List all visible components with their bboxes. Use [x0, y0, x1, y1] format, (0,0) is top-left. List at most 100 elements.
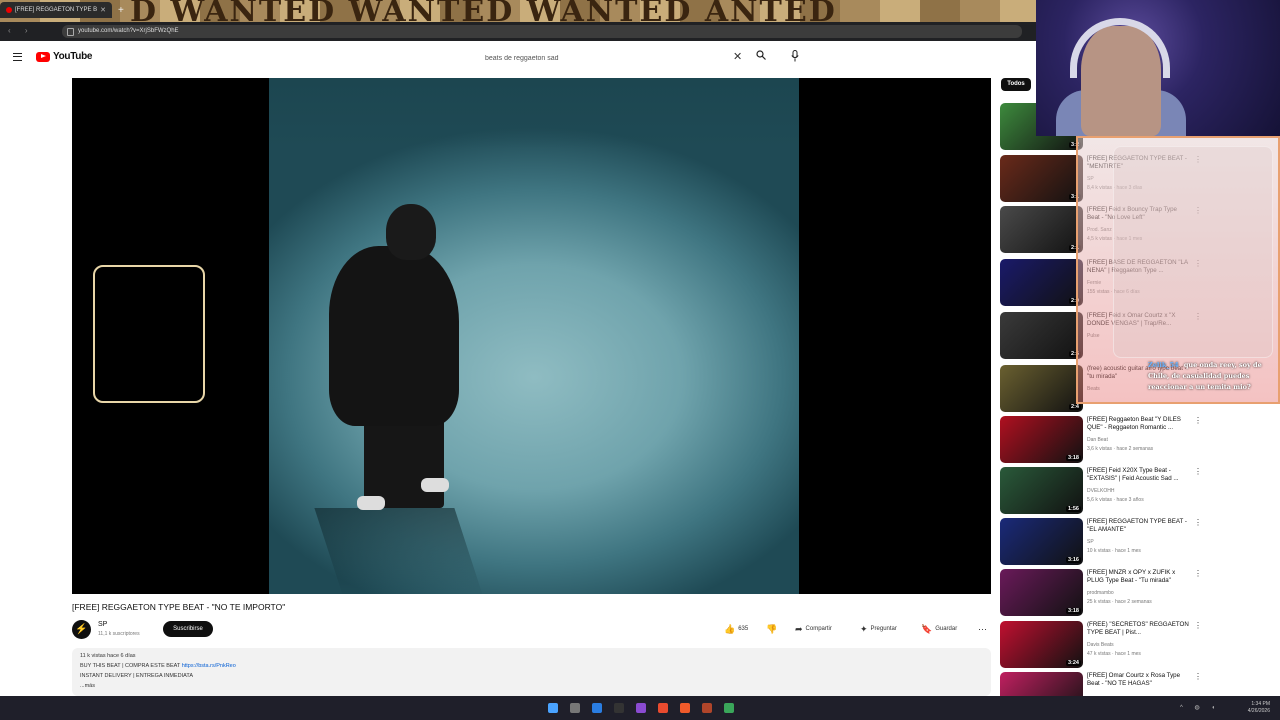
url-text: youtube.com/watch?v=XrjSbFWzQhE — [78, 28, 179, 34]
app-icon[interactable] — [724, 703, 734, 713]
recommended-video-meta: 3,6 k vistas · hace 2 semanas — [1087, 446, 1154, 452]
clock[interactable]: 1:34 PM 4/26/2026 — [1248, 701, 1270, 715]
video-thumbnail[interactable]: 3:16 — [1000, 518, 1083, 565]
search-input[interactable] — [480, 48, 748, 69]
video-duration: 3:18 — [1065, 608, 1081, 614]
browser-icon[interactable] — [680, 703, 690, 713]
start-icon[interactable] — [548, 703, 558, 713]
site-info-icon[interactable] — [67, 28, 74, 36]
system-tray-icon[interactable]: ^ ◍ ◖ — [1180, 704, 1220, 711]
taskbar: ^ ◍ ◖ 1:34 PM 4/26/2026 — [0, 696, 1280, 720]
nav-arrows-icon[interactable]: ‹ › — [8, 26, 34, 35]
recommended-video-meta: 10 k vistas · hace 1 mes — [1087, 548, 1141, 554]
clear-search-icon[interactable]: ✕ — [733, 50, 742, 63]
more-options-icon[interactable]: ⋮ — [1194, 467, 1202, 476]
video-thumbnail[interactable]: 3:18 — [1000, 416, 1083, 463]
recommended-video-meta: 5,6 k vistas · hace 3 años — [1087, 497, 1144, 503]
youtube-logo[interactable]: YouTube — [36, 51, 93, 62]
more-options-icon[interactable]: ⋮ — [1194, 621, 1202, 630]
more-actions-icon[interactable]: ⋯ — [978, 621, 987, 637]
webcam-overlay — [1036, 0, 1280, 136]
recommended-video-title[interactable]: [FREE] Feid X20X Type Beat - "EXTASIS" |… — [1087, 467, 1189, 483]
video-duration: 3:18 — [1065, 455, 1081, 461]
show-more-link[interactable]: ...más — [80, 683, 95, 689]
recommended-video-title[interactable]: [FREE] MNZR x OPY x ZUFIK x PLUG Type Be… — [1087, 569, 1189, 585]
beat-link[interactable]: https://bsta.rs/PnkReo — [182, 663, 236, 669]
obs-icon[interactable] — [702, 703, 712, 713]
address-bar: ‹ › youtube.com/watch?v=XrjSbFWzQhE — [0, 22, 1036, 41]
view-count: 11 k vistas hace 6 días — [80, 653, 136, 659]
thumbs-down-icon: 👎 — [766, 623, 778, 634]
search-icon[interactable] — [756, 50, 766, 60]
close-tab-icon[interactable]: ✕ — [100, 6, 106, 14]
video-description[interactable]: 11 k vistas hace 6 días BUY THIS BEAT | … — [72, 648, 991, 696]
ask-button[interactable]: ✦ Preguntar — [860, 621, 897, 637]
new-tab-icon[interactable]: + — [118, 5, 124, 16]
recommended-video-title[interactable]: [FREE] Reggaeton Beat "Y DILES QUE" - Re… — [1087, 416, 1189, 432]
youtube-play-logo-icon — [36, 51, 50, 62]
more-options-icon[interactable]: ⋮ — [1194, 518, 1202, 527]
menu-icon[interactable] — [13, 53, 22, 61]
video-thumbnail[interactable]: 2:1 — [1000, 206, 1083, 253]
steam-icon[interactable] — [614, 703, 624, 713]
video-player[interactable] — [72, 78, 991, 594]
recommended-video-channel[interactable]: prodmambo — [1087, 590, 1114, 596]
search-icon[interactable] — [570, 703, 580, 713]
chrome-icon[interactable] — [658, 703, 668, 713]
video-thumbnail[interactable]: 2:5 — [1000, 312, 1083, 359]
recommended-video[interactable]: 3:18 [FREE] Reggaeton Beat "Y DILES QUE" … — [1000, 416, 1280, 464]
recommended-video-meta: 47 k vistas · hace 1 mes — [1087, 651, 1141, 657]
video-thumbnail[interactable]: 3:24 — [1000, 621, 1083, 668]
chat-message: Zelik_54 que onda reey, soy de Chile, de… — [1148, 360, 1270, 393]
video-thumbnail[interactable]: 2:4 — [1000, 365, 1083, 412]
edge-icon[interactable] — [592, 703, 602, 713]
app-icon[interactable] — [636, 703, 646, 713]
tab-title: [FREE] REGGAETON TYPE B — [15, 7, 98, 13]
recommended-video[interactable]: 3:16 [FREE] REGGAETON TYPE BEAT - "EL AMA… — [1000, 518, 1280, 566]
recommended-video-title[interactable]: [FREE] REGGAETON TYPE BEAT - "EL AMANTE" — [1087, 518, 1189, 534]
more-options-icon[interactable]: ⋮ — [1194, 672, 1202, 681]
video-title: [FREE] REGGAETON TYPE BEAT - "NO TE IMPO… — [72, 602, 286, 612]
recommended-video-title[interactable]: [FREE] Omar Courtz x Rosa Type Beat - "N… — [1087, 672, 1189, 688]
subscribe-button[interactable]: Suscribirse — [163, 621, 213, 637]
subscriber-count: 11,1 k suscriptores — [98, 631, 140, 637]
dislike-button[interactable]: 👎 — [766, 621, 777, 637]
date: 4/26/2026 — [1247, 708, 1270, 714]
like-button[interactable]: 👍 635 — [724, 621, 748, 637]
recommended-video[interactable]: 3:18 [FREE] MNZR x OPY x ZUFIK x PLUG Typ… — [1000, 569, 1280, 617]
filter-chip-all[interactable]: Todos — [1001, 78, 1031, 91]
video-thumbnail[interactable]: 1:56 — [1000, 467, 1083, 514]
recommended-video[interactable]: 1:56 [FREE] Feid X20X Type Beat - "EXTASI… — [1000, 467, 1280, 515]
microphone-icon[interactable] — [791, 50, 799, 62]
video-thumbnail[interactable]: 3:1 — [1000, 155, 1083, 202]
banner-text: D WANTED WANTED WANTED ANTED — [130, 0, 837, 22]
url-field[interactable]: youtube.com/watch?v=XrjSbFWzQhE — [62, 25, 1022, 38]
figure-body — [329, 246, 459, 426]
channel-avatar[interactable]: ⚡ — [72, 620, 91, 639]
video-frame — [269, 78, 799, 594]
browser-tab[interactable]: [FREE] REGGAETON TYPE B ✕ — [0, 2, 112, 18]
video-thumbnail[interactable]: 3:18 — [1000, 569, 1083, 616]
channel-name[interactable]: SP — [98, 621, 107, 628]
recommended-video-channel[interactable]: Davis Beats — [1087, 642, 1114, 648]
browser-tabbar: [FREE] REGGAETON TYPE B ✕ + — [0, 2, 124, 18]
video-thumbnail[interactable]: 2:0 — [1000, 259, 1083, 306]
figure-head — [386, 204, 436, 260]
more-options-icon[interactable]: ⋮ — [1194, 416, 1202, 425]
share-button[interactable]: ➦ Compartir — [795, 621, 832, 637]
recommended-video-channel[interactable]: Dan Beat — [1087, 437, 1108, 443]
thumbs-up-icon: 👍 — [724, 623, 736, 634]
more-options-icon[interactable]: ⋮ — [1194, 569, 1202, 578]
video-duration: 2:4 — [1069, 404, 1081, 410]
recommended-video-title[interactable]: (FREE) "SECRETOS" REGGAETON TYPE BEAT | … — [1087, 621, 1189, 637]
chat-overlay: Zelik_54 que onda reey, soy de Chile, de… — [1076, 136, 1280, 404]
search-box: ✕ — [480, 47, 748, 69]
overlay-cam-frame — [93, 265, 205, 403]
recommended-video[interactable]: 3:24 (FREE) "SECRETOS" REGGAETON TYPE BEA… — [1000, 621, 1280, 669]
recommended-video-channel[interactable]: SP — [1087, 539, 1094, 545]
video-duration: 3:24 — [1065, 660, 1081, 666]
time: 1:34 PM — [1251, 701, 1270, 707]
save-button[interactable]: 🔖 Guardar — [921, 621, 957, 637]
ask-label: Preguntar — [870, 626, 897, 632]
recommended-video-channel[interactable]: DVELKOHH — [1087, 488, 1115, 494]
